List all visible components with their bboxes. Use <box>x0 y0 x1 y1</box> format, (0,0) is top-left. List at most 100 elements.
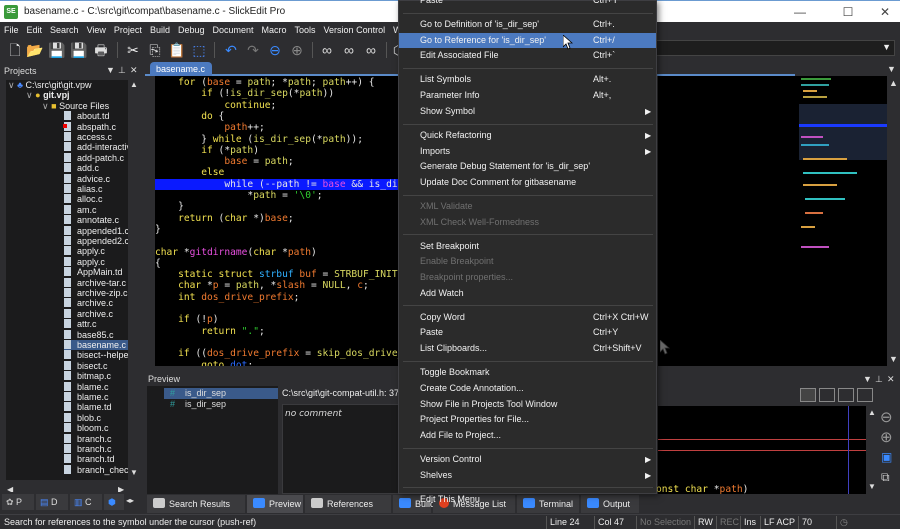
tree-file[interactable]: add-interactiv <box>64 142 128 152</box>
code-line[interactable]: continue; <box>155 100 400 111</box>
menu-search[interactable]: Search <box>46 22 83 38</box>
menu-item-toggle-bookmark[interactable]: Toggle Bookmark <box>399 365 656 381</box>
save-icon[interactable]: 💾 <box>48 41 66 59</box>
tree-file[interactable]: attr.c <box>64 319 97 329</box>
print-icon[interactable]: 🖶 <box>92 41 110 59</box>
chevron-down-icon[interactable]: ▼ <box>882 42 891 52</box>
tab-search-results[interactable]: Search Results <box>147 495 245 513</box>
menu-macro[interactable]: Macro <box>258 22 291 38</box>
code-line[interactable]: *path = '\0'; <box>155 190 400 201</box>
copy-icon[interactable]: ⎘ <box>146 41 164 59</box>
find-icon[interactable]: ∞ <box>318 41 336 59</box>
menu-item-update-doc-comment-for-gitbasename[interactable]: Update Doc Comment for gitbasename <box>399 175 656 191</box>
menu-item-quick-refactoring[interactable]: Quick Refactoring ▶ <box>399 128 656 144</box>
encoding-indicator[interactable]: LF ACP <box>760 516 798 529</box>
code-line[interactable]: goto dot: <box>155 360 400 367</box>
tree-file[interactable]: apply.c <box>64 246 105 256</box>
cut-icon[interactable]: ✂ <box>124 41 142 59</box>
tree-file[interactable]: archive-tar.c <box>64 277 126 288</box>
code-line[interactable]: if (!is_dir_sep(*path)) <box>155 88 400 99</box>
menu-item-edit-this-menu[interactable]: Edit This Menu <box>399 492 656 508</box>
layout-3-icon[interactable] <box>838 388 854 402</box>
menu-item-show-file-in-projects-tool-window[interactable]: Show File in Projects Tool Window <box>399 397 656 413</box>
menu-item-list-symbols[interactable]: List Symbols Alt+. <box>399 72 656 88</box>
tree-file[interactable]: appended2.c <box>64 236 128 246</box>
menu-file[interactable]: File <box>0 22 23 38</box>
layout-1-icon[interactable] <box>800 388 816 402</box>
menu-item-set-breakpoint[interactable]: Set Breakpoint <box>399 239 656 255</box>
tree-file[interactable]: access.c <box>64 132 112 142</box>
tree-file[interactable]: bitmap.c <box>64 371 111 381</box>
redo-icon[interactable]: ↷ <box>244 41 262 59</box>
find-prev-icon[interactable]: ∞ <box>362 41 380 59</box>
code-line[interactable]: } while (is_dir_sep(*path)); <box>155 134 400 145</box>
tree-file[interactable]: archive-zip.c <box>64 288 128 298</box>
menu-build[interactable]: Build <box>146 22 174 38</box>
code-line[interactable]: while (--path != base && is_dir_se <box>155 178 400 190</box>
undo-icon[interactable]: ↶ <box>222 41 240 59</box>
menu-item-generate-debug-statement-for-is-dir-sep[interactable]: Generate Debug Statement for 'is_dir_sep… <box>399 159 656 175</box>
tree-file[interactable]: annotate.c <box>64 215 119 225</box>
forward-icon[interactable]: ⊕ <box>288 41 306 59</box>
tree-folder[interactable]: ∨ ■ Source Files <box>42 101 109 111</box>
code-line[interactable]: if (*path) <box>155 145 400 156</box>
code-line[interactable]: do { <box>155 111 400 122</box>
tab-defs[interactable]: ▤ D <box>36 494 68 510</box>
dropdown-icon[interactable]: ▼ <box>863 374 872 384</box>
menu-item-version-control[interactable]: Version Control ▶ <box>399 452 656 468</box>
code-line[interactable]: static struct strbuf buf = STRBUF_INIT; <box>155 269 400 280</box>
find-next-icon[interactable]: ∞ <box>340 41 358 59</box>
open-folder-icon[interactable]: 📂 <box>26 41 44 59</box>
tree-vertical-scrollbar[interactable]: ▲ ▼ <box>129 80 139 480</box>
tree-file[interactable]: blame.td <box>64 402 112 412</box>
tree-file[interactable]: am.c <box>64 204 97 215</box>
back-icon[interactable]: ⊖ <box>266 41 284 59</box>
new-file-icon[interactable]: 🗋 <box>6 41 24 59</box>
tree-file[interactable]: add-patch.c <box>64 152 124 163</box>
paste-icon[interactable]: 📋 <box>168 41 186 59</box>
tree-file[interactable]: branch.td <box>64 454 115 464</box>
forward-icon[interactable]: ⊕ <box>880 428 893 446</box>
code-line[interactable]: else <box>155 167 400 178</box>
layout-2-icon[interactable] <box>819 388 835 402</box>
go-to-ref-icon[interactable]: ▣ <box>881 450 892 464</box>
menu-item-show-symbol[interactable]: Show Symbol ▶ <box>399 104 656 120</box>
tree-file[interactable]: branch_check <box>64 464 128 475</box>
ins-indicator[interactable]: Ins <box>740 516 760 529</box>
line-indicator[interactable]: Line 24 <box>546 516 594 529</box>
code-line[interactable]: int dos_drive_prefix; <box>155 292 400 303</box>
tree-workspace[interactable]: ∨ ♣ C:\src\git\git.vpw <box>8 80 92 90</box>
tree-file[interactable]: AppMain.td <box>64 267 123 277</box>
scroll-down-icon[interactable]: ▼ <box>868 482 876 491</box>
menu-item-add-watch[interactable]: Add Watch <box>399 286 656 302</box>
code-line[interactable]: if ((dos_drive_prefix = skip_dos_drive_p… <box>155 348 400 359</box>
dropdown-icon[interactable]: ▼ <box>106 65 115 75</box>
menu-item-edit-associated-file[interactable]: Edit Associated File Ctrl+` <box>399 48 656 64</box>
minimize-button[interactable]: — <box>785 4 815 20</box>
editor-vertical-scrollbar[interactable]: ▲ ▼ <box>887 76 900 366</box>
expand-icon[interactable]: ∨ <box>42 101 49 111</box>
code-line[interactable]: if (!p) <box>155 314 400 325</box>
menu-version-control[interactable]: Version Control <box>320 22 390 38</box>
code-line[interactable]: return (char *)base; <box>155 213 400 224</box>
code-line[interactable] <box>155 303 400 314</box>
scroll-up-icon[interactable]: ▲ <box>868 408 876 417</box>
code-line[interactable]: } <box>155 224 400 235</box>
menu-item-copy-word[interactable]: Copy Word Ctrl+X Ctrl+W <box>399 310 656 326</box>
select-icon[interactable]: ⬚ <box>190 41 208 59</box>
save-all-icon[interactable]: 💾 <box>70 41 88 59</box>
pin-icon[interactable]: ⊥ <box>875 374 883 385</box>
code-editor[interactable]: for (base = path; *path; path++) { if (!… <box>155 76 400 366</box>
tree-file[interactable]: about.td <box>64 111 110 121</box>
menu-debug[interactable]: Debug <box>174 22 209 38</box>
tab-classes[interactable]: ▥ C <box>70 494 102 510</box>
scroll-up-icon[interactable]: ▲ <box>130 80 138 89</box>
tab-preview[interactable]: Preview <box>247 495 303 513</box>
tree-file[interactable]: alias.c <box>64 184 103 194</box>
menu-item-paste[interactable]: Paste Ctrl+Y <box>399 325 656 341</box>
tree-file[interactable]: blame.c <box>64 392 109 402</box>
menu-item-parameter-info[interactable]: Parameter Info Alt+, <box>399 88 656 104</box>
menu-item-go-to-definition-of-is-dir-sep[interactable]: Go to Definition of 'is_dir_sep' Ctrl+. <box>399 17 656 33</box>
scroll-down-icon[interactable]: ▼ <box>130 468 138 477</box>
menu-item-add-file-to-project[interactable]: Add File to Project... <box>399 428 656 444</box>
